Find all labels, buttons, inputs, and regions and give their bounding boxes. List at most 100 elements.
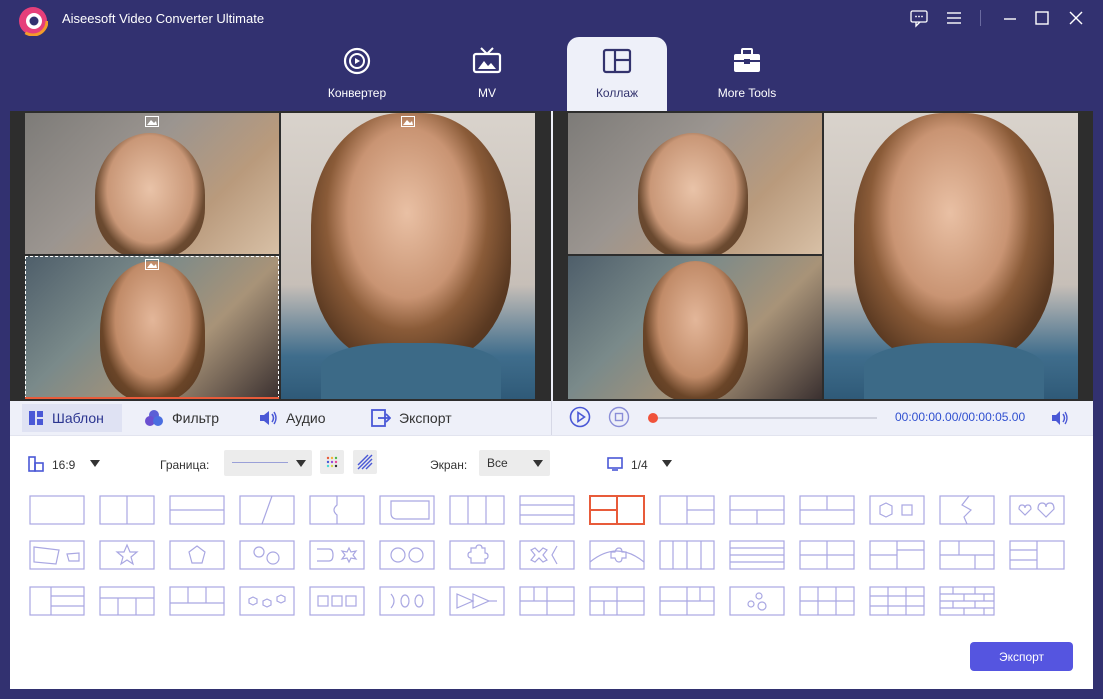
template-35-squares[interactable] [309, 586, 365, 616]
template-25-four-columns[interactable] [659, 540, 715, 570]
template-28[interactable] [869, 540, 925, 570]
template-40[interactable] [659, 586, 715, 616]
template-22-puzzle-piece[interactable] [449, 540, 505, 570]
monitor-icon [607, 457, 623, 471]
template-13-shapes[interactable] [869, 495, 925, 525]
portrait-face [643, 261, 748, 399]
portrait-face [311, 113, 511, 363]
template-6-rounded-inset[interactable] [379, 495, 435, 525]
collage-cell-2[interactable] [25, 256, 279, 399]
progress-track[interactable] [648, 413, 877, 423]
template-37-arrows[interactable] [449, 586, 505, 616]
border-color-button[interactable] [320, 450, 344, 474]
border-style-dropdown[interactable] [224, 450, 312, 476]
template-39[interactable] [589, 586, 645, 616]
template-panel: 16:9 Граница: Экран: Все 1/4 Экспорт [10, 435, 1093, 689]
collage-cell-1[interactable] [25, 113, 279, 254]
template-16[interactable] [29, 540, 85, 570]
volume-icon[interactable] [1050, 410, 1070, 426]
tab-template[interactable]: Шаблон [22, 404, 122, 432]
template-12[interactable] [799, 495, 855, 525]
screen-value: Все [487, 456, 508, 470]
tab-mv[interactable]: MV [437, 37, 537, 109]
template-1-single[interactable] [29, 495, 85, 525]
toolbox-icon [734, 48, 760, 72]
aspect-ratio-value[interactable]: 16:9 [52, 458, 75, 472]
template-42-grid-3x2[interactable] [799, 586, 855, 616]
template-23-cross[interactable] [519, 540, 575, 570]
template-24-arc[interactable] [589, 540, 645, 570]
border-pattern-button[interactable] [353, 450, 377, 474]
image-placeholder-icon[interactable] [401, 116, 415, 127]
progress-handle[interactable] [648, 413, 658, 423]
template-11[interactable] [729, 495, 785, 525]
tab-export-label: Экспорт [399, 410, 452, 426]
template-9-selected[interactable] [589, 495, 645, 525]
template-10[interactable] [659, 495, 715, 525]
image-placeholder-icon[interactable] [145, 116, 159, 127]
minimize-icon[interactable] [999, 8, 1021, 28]
stop-icon[interactable] [608, 406, 630, 428]
tab-export[interactable]: Экспорт [365, 404, 458, 432]
template-30[interactable] [1009, 540, 1065, 570]
convert-icon [343, 47, 371, 75]
menu-icon[interactable] [943, 8, 965, 28]
template-33[interactable] [169, 586, 225, 616]
preview-cell-3 [824, 113, 1078, 399]
output-preview-panel [553, 111, 1093, 401]
feedback-icon[interactable] [908, 8, 930, 28]
template-7-three-columns[interactable] [449, 495, 505, 525]
play-icon[interactable] [569, 406, 591, 428]
template-32[interactable] [99, 586, 155, 616]
template-43-grid-3x3[interactable] [869, 586, 925, 616]
template-44-brick[interactable] [939, 586, 995, 616]
tab-converter-label: Конвертер [327, 86, 387, 100]
screen-dropdown[interactable]: Все [479, 450, 550, 476]
template-26-four-rows[interactable] [729, 540, 785, 570]
template-17-star[interactable] [99, 540, 155, 570]
border-label: Граница: [160, 458, 210, 472]
image-placeholder-icon[interactable] [145, 259, 159, 270]
template-29[interactable] [939, 540, 995, 570]
tab-filter[interactable]: Фильтр [138, 404, 225, 432]
template-34-hexagons[interactable] [239, 586, 295, 616]
maximize-icon[interactable] [1031, 8, 1053, 28]
template-21-two-circles[interactable] [379, 540, 435, 570]
tab-more-tools[interactable]: More Tools [697, 37, 797, 109]
template-41-bubbles[interactable] [729, 586, 785, 616]
template-15-hearts[interactable] [1009, 495, 1065, 525]
selected-border [25, 397, 279, 399]
template-3-horizontal-split[interactable] [169, 495, 225, 525]
template-2-vertical-split[interactable] [99, 495, 155, 525]
template-4-diagonal-split[interactable] [239, 495, 295, 525]
tab-audio[interactable]: Аудио [252, 404, 332, 432]
export-button[interactable]: Экспорт [970, 642, 1073, 671]
template-27-grid-2x2[interactable] [799, 540, 855, 570]
tab-collage[interactable]: Коллаж [567, 37, 667, 111]
time-display: 00:00:00.00/00:00:05.00 [895, 410, 1026, 424]
template-19-gears[interactable] [239, 540, 295, 570]
filter-icon [145, 410, 163, 426]
template-5-puzzle-split[interactable] [309, 495, 365, 525]
chevron-down-icon [296, 460, 306, 467]
template-20-burst[interactable] [309, 540, 365, 570]
app-window: Aiseesoft Video Converter Ultimate Конве… [0, 0, 1103, 699]
template-8-three-rows[interactable] [519, 495, 575, 525]
template-14-zigzag[interactable] [939, 495, 995, 525]
template-38[interactable] [519, 586, 575, 616]
app-title: Aiseesoft Video Converter Ultimate [62, 11, 265, 26]
chevron-down-icon[interactable] [662, 460, 672, 467]
portrait-face [854, 113, 1054, 363]
tv-icon [472, 47, 502, 74]
template-36-ovals[interactable] [379, 586, 435, 616]
tab-mv-label: MV [478, 86, 496, 100]
template-18-pentagon[interactable] [169, 540, 225, 570]
audio-icon [260, 411, 277, 425]
chevron-down-icon[interactable] [90, 460, 100, 467]
close-icon[interactable] [1065, 8, 1087, 28]
template-31[interactable] [29, 586, 85, 616]
edit-preview-panel [10, 111, 551, 401]
collage-cell-3[interactable] [281, 113, 535, 399]
tab-converter[interactable]: Конвертер [307, 37, 407, 109]
tab-more-tools-label: More Tools [717, 86, 777, 100]
